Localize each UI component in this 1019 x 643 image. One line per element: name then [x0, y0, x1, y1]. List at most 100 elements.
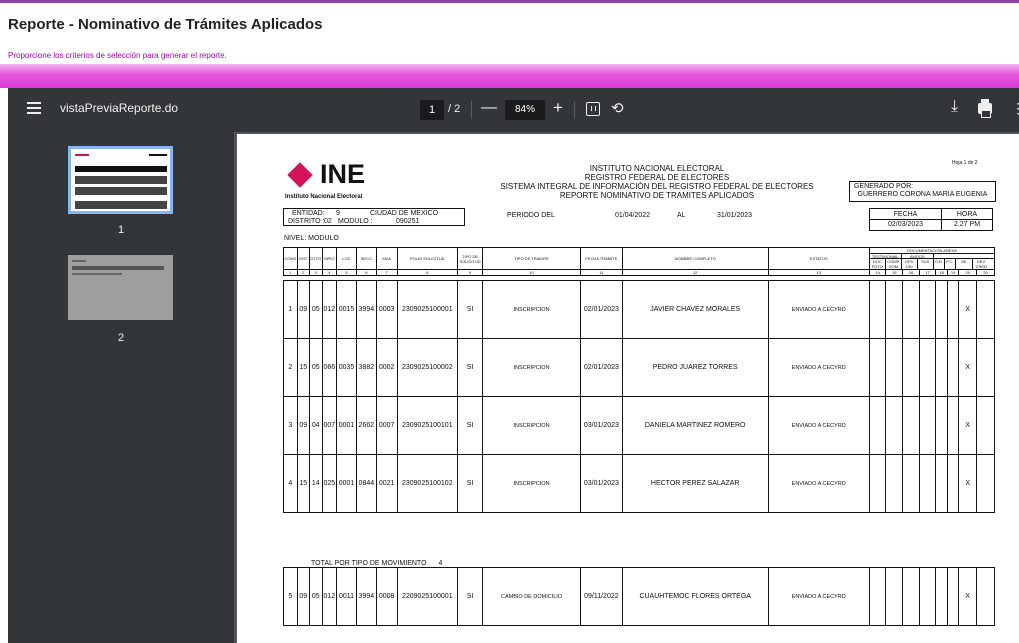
fit-page-icon[interactable] — [586, 102, 600, 116]
table-cell — [902, 454, 920, 513]
table-cell — [902, 280, 920, 339]
table-cell: ENT — [296, 247, 311, 270]
table-cell: SECC — [355, 247, 377, 270]
table-cell: 2309025100102 — [396, 454, 459, 513]
plus-icon[interactable]: + — [553, 98, 563, 118]
table-row: 1 09 05 012 0015 3994 0003 2309025100001 SI INSCR… — [283, 280, 995, 339]
table-cell: INSCRIPCION — [482, 396, 582, 455]
page-counter: Hoja 1 de 2 — [952, 160, 978, 166]
table-cell: SI — [457, 454, 484, 513]
table-cell: ENVIADO A CECYRD — [767, 454, 870, 513]
table-cell: 15 — [885, 269, 904, 276]
page-thumbnail-2[interactable] — [68, 255, 173, 320]
table-cell — [935, 567, 948, 626]
table-cell: 0011 — [336, 567, 357, 626]
page-title: Reporte - Nominativo de Trámites Aplicad… — [8, 16, 323, 33]
rotate-icon[interactable]: ⟲ — [611, 99, 624, 117]
table-cell: PEDRO JUAREZ TORRES — [621, 338, 769, 397]
table-cell: DANIELA MARTINEZ ROMERO — [621, 396, 769, 455]
table-cell: 20 — [958, 269, 978, 276]
thumbnail-sidebar: 1 2 — [8, 132, 234, 643]
print-icon[interactable] — [978, 99, 992, 118]
thumbnail-label: 2 — [118, 332, 125, 344]
table-cell: 4 — [283, 454, 298, 513]
table-cell — [918, 338, 937, 397]
table-cell: 0021 — [375, 454, 398, 513]
entity-box: ENTIDAD: 9 CIUDAD DE MEXICO DISTRITO : 0… — [283, 208, 465, 226]
table-cell: 05 — [309, 280, 323, 339]
date-time-box: FECHA HORA 02/03/2023 2.27 PM — [869, 208, 993, 231]
page-total: / 2 — [448, 103, 461, 115]
table-cell: 0008 — [375, 567, 398, 626]
table-row: 2 15 05 066 0035 3882 0002 2309025100002 SI INSCR… — [283, 338, 995, 397]
table-cell: 1 — [283, 280, 298, 339]
table-cell: ENVIADO A CECYRD — [767, 567, 870, 626]
table-cell: 5 — [283, 567, 298, 626]
table-cell: 16 — [902, 269, 920, 276]
table-cell — [885, 280, 904, 339]
table-cell: X — [958, 280, 978, 339]
table-cell: 03/01/2023 — [580, 454, 623, 513]
table-cell — [935, 280, 948, 339]
table-cell: 17 — [918, 269, 937, 276]
table-cell: 2 — [283, 338, 298, 397]
minus-icon[interactable]: — — [481, 99, 497, 117]
table-cell: 0015 — [336, 280, 357, 339]
table-cell — [946, 396, 960, 455]
file-name: vistaPreviaReporte.do — [60, 101, 179, 115]
table-cell: 012 — [321, 567, 338, 626]
table-cell — [868, 280, 887, 339]
table-cell: SI — [457, 338, 484, 397]
table-cell: 2309025100002 — [396, 338, 459, 397]
period-label: PERIODO DEL — [507, 212, 555, 219]
top-accent-line — [0, 0, 1019, 3]
table-cell: 007 — [321, 396, 338, 455]
table-cell: 3882 — [355, 338, 377, 397]
table-cell — [902, 338, 920, 397]
table-cell — [868, 396, 887, 455]
toolbar-divider — [574, 101, 575, 119]
level-label: NIVEL: MÓDULO — [284, 235, 339, 242]
table-cell: 4 — [321, 269, 338, 276]
download-icon[interactable]: ⤓ — [951, 98, 958, 116]
table-cell: 10 — [482, 269, 582, 276]
table-cell: INSCRIPCION — [482, 280, 582, 339]
table-cell: TIPO DE TRAMITE — [482, 247, 582, 270]
table-cell: 0844 — [355, 454, 377, 513]
table-cell: 0007 — [375, 396, 398, 455]
table-cell: LOC — [336, 247, 357, 270]
page-number-input[interactable]: 1 — [420, 100, 444, 120]
table-cell — [935, 454, 948, 513]
zoom-input[interactable]: 84% — [505, 100, 545, 120]
table-cell: INSCRIPCION — [482, 338, 582, 397]
pdf-toolbar: vistaPreviaReporte.do 1 / 2 — 84% + ⟲ ⤓ … — [8, 88, 1019, 132]
table-cell — [885, 567, 904, 626]
section-banner — [0, 64, 1019, 88]
table-cell — [946, 280, 960, 339]
table-cell: CONS — [283, 247, 298, 270]
table-cell — [868, 567, 887, 626]
page-thumbnail-1[interactable] — [68, 146, 173, 214]
table-cell: MZA — [375, 247, 398, 270]
table-cell: 02/01/2023 — [580, 338, 623, 397]
table-cell — [946, 454, 960, 513]
table-cell: DTTO — [309, 247, 323, 270]
table-cell: X — [958, 454, 978, 513]
table-cell: FECHA TRÁMITE — [580, 247, 623, 270]
table-cell — [885, 396, 904, 455]
table-cell: ESTATUS — [767, 247, 870, 270]
table-cell: 09 — [296, 567, 311, 626]
table-cell — [868, 454, 887, 513]
table-cell: 03/01/2023 — [580, 396, 623, 455]
pdf-page[interactable]: INE Instituto Nacional Electoral INSTITU… — [237, 134, 1019, 643]
table-cell: 2309025100101 — [396, 396, 459, 455]
table-cell: 3 — [309, 269, 323, 276]
toolbar-divider — [471, 101, 472, 119]
table-cell — [946, 338, 960, 397]
table-cell: 025 — [321, 454, 338, 513]
period-from: 01/04/2022 — [615, 212, 651, 219]
pdf-viewer: vistaPreviaReporte.do 1 / 2 — 84% + ⟲ ⤓ … — [8, 88, 1019, 643]
report-table-header: CONS ENT DTTO MPIO LOC SECC MZA FOLIO SOLICITUD… — [283, 247, 996, 276]
hamburger-menu-icon[interactable] — [27, 102, 43, 116]
more-vert-icon[interactable]: ⋮ — [1011, 100, 1019, 117]
